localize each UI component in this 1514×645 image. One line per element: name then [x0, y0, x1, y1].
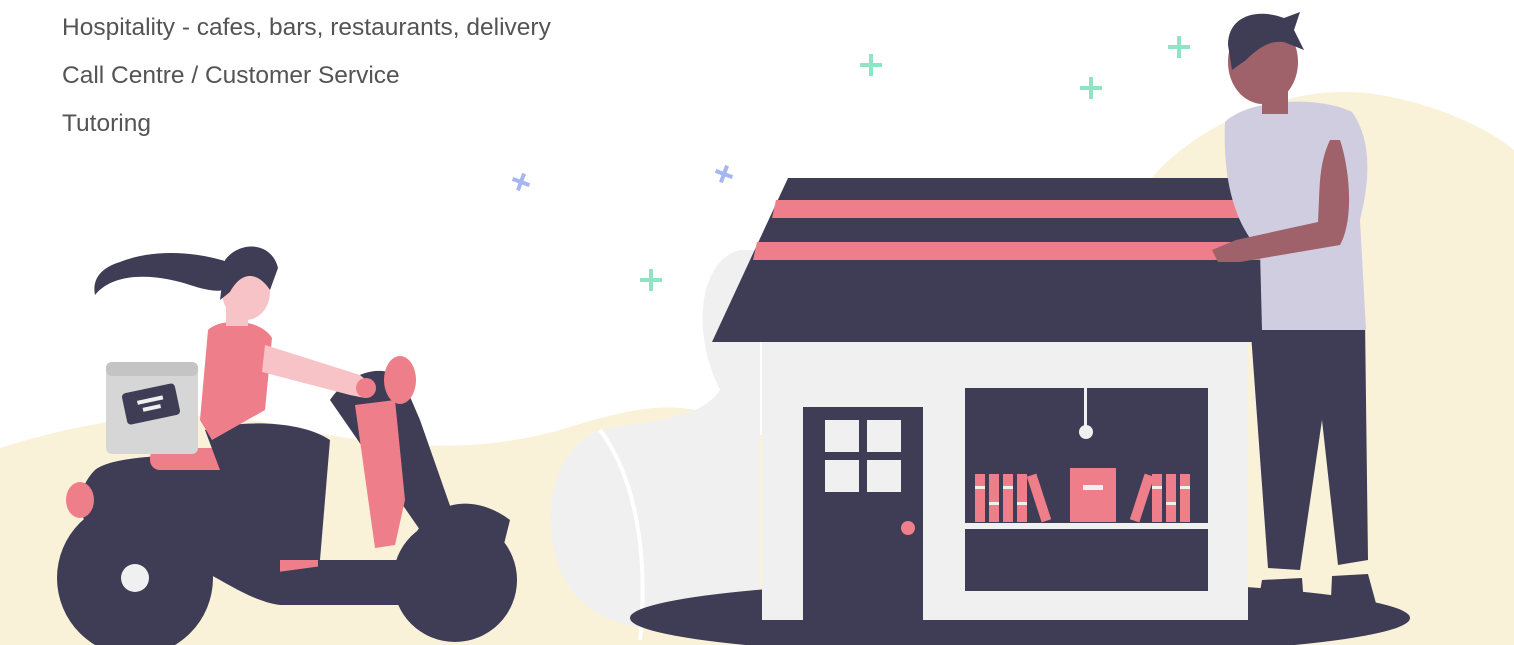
sparkle-icon: [860, 54, 882, 76]
sparkle-icon: [1168, 36, 1190, 58]
delivery-scooter: [57, 356, 517, 645]
door-window-pane: [825, 460, 859, 492]
job-type-list: Hospitality - cafes, bars, restaurants, …: [62, 4, 551, 148]
roof-stripe: [753, 242, 1280, 260]
shop-door: [803, 407, 923, 627]
list-item: Hospitality - cafes, bars, restaurants, …: [62, 14, 551, 41]
book-box: [1070, 468, 1116, 522]
page: Hospitality - cafes, bars, restaurants, …: [0, 0, 1514, 645]
sparkle-icon: [511, 172, 531, 192]
roof-stripe: [772, 200, 1266, 218]
door-window-pane: [825, 420, 859, 452]
window-lamp: [1079, 425, 1093, 439]
book-box-label: [1083, 485, 1103, 490]
window-lamp-cord: [1084, 388, 1087, 428]
sparkle-icon: [714, 164, 734, 184]
window-shelf: [965, 523, 1208, 529]
door-window-pane: [867, 460, 901, 492]
list-item: Call Centre / Customer Service: [62, 62, 400, 89]
sparkle-icon: [640, 269, 662, 291]
door-window-pane: [867, 420, 901, 452]
sparkle-icon: [1080, 77, 1102, 99]
door-knob: [901, 521, 915, 535]
list-item: Tutoring: [62, 110, 151, 137]
